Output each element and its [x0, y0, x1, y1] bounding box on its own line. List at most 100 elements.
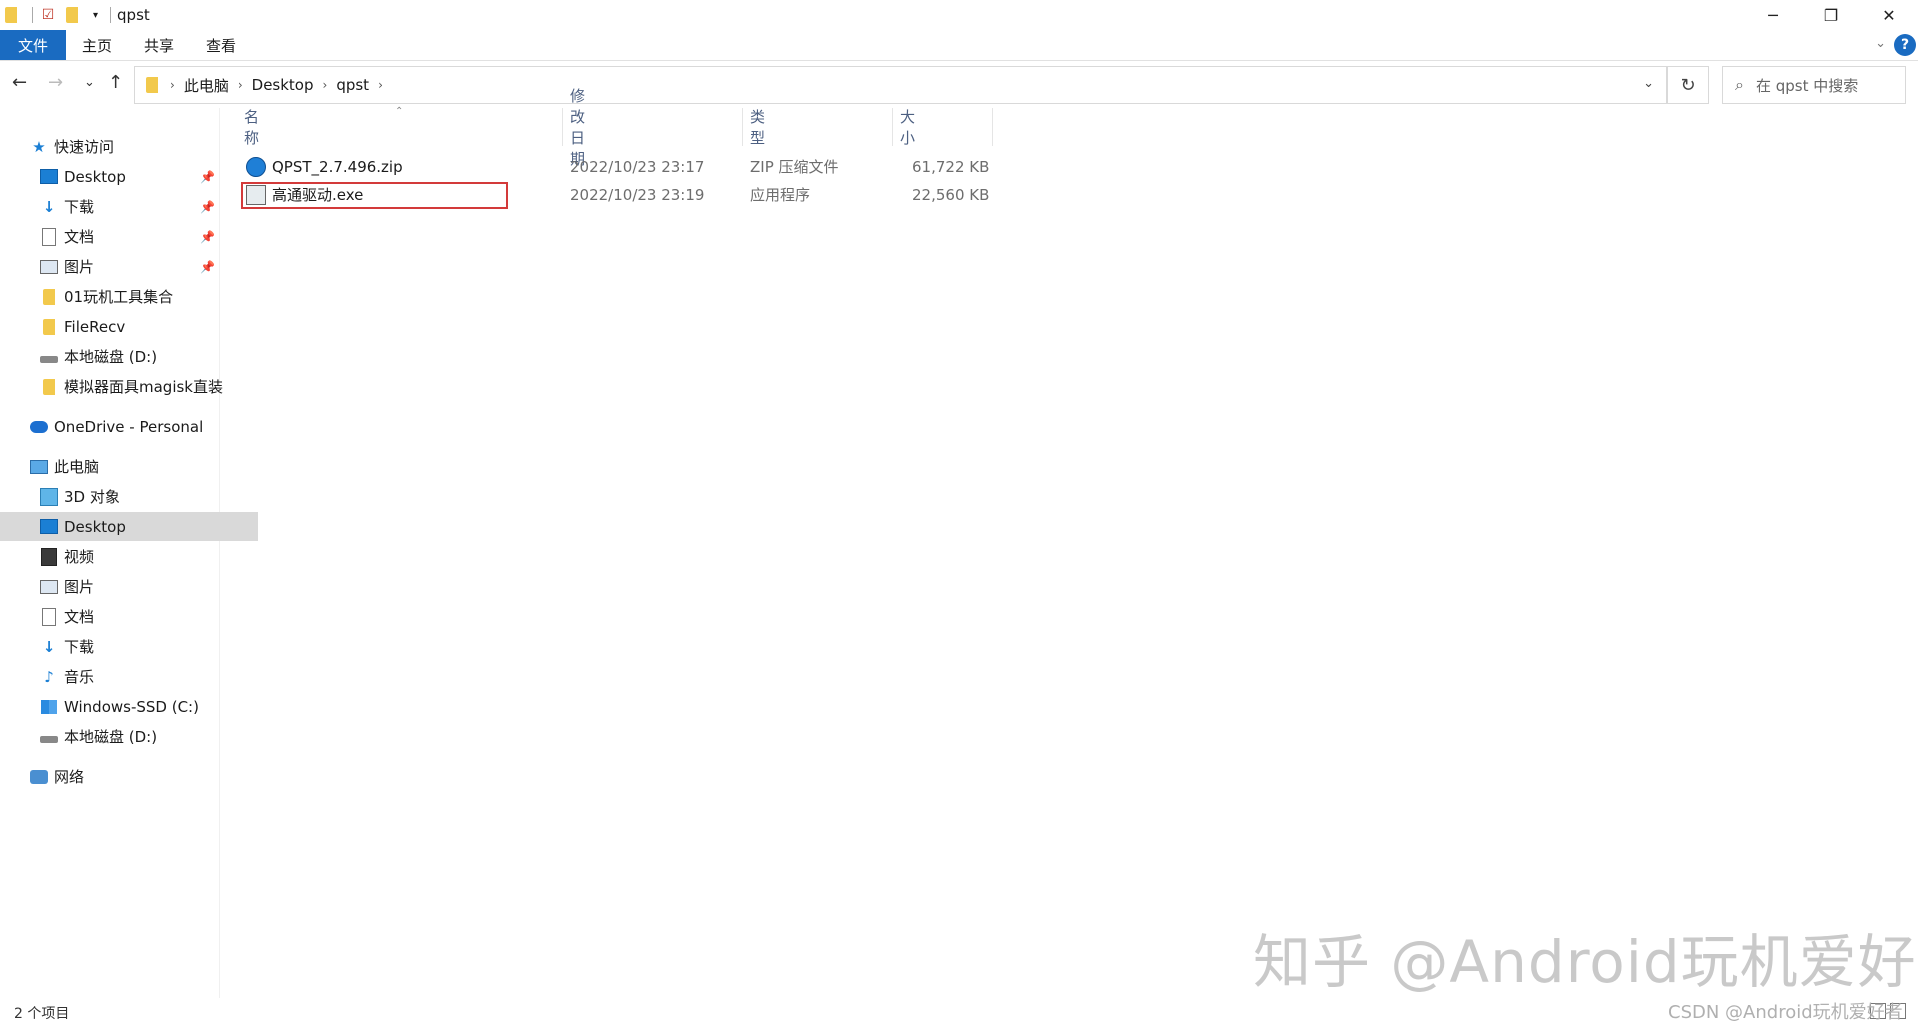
address-bar[interactable]: › 此电脑 › Desktop › qpst › ⌄ — [134, 66, 1667, 104]
pin-icon: 📌 — [200, 259, 215, 274]
chevron-right-icon[interactable]: › — [238, 78, 243, 92]
sidebar-item-label: 网络 — [54, 768, 85, 786]
sidebar-item-pictures[interactable]: 图片 — [0, 572, 258, 601]
expand-ribbon-icon[interactable]: ⌄ — [1875, 36, 1886, 51]
help-icon[interactable]: ? — [1894, 34, 1916, 56]
file-name: QPST_2.7.496.zip — [272, 157, 403, 176]
music-icon: ♪ — [44, 667, 54, 686]
file-name-cell[interactable]: QPST_2.7.496.zip — [246, 153, 403, 180]
sidebar-item-documents[interactable]: 文档 — [0, 602, 258, 631]
quick-access-toolbar: ☑ ▾ qpst — [0, 0, 1918, 30]
sidebar-item-videos[interactable]: 视频 — [0, 542, 258, 571]
video-icon — [40, 547, 58, 566]
table-row[interactable]: QPST_2.7.496.zip 2022/10/23 23:17 ZIP 压缩… — [230, 153, 1000, 180]
minimize-button[interactable]: ─ — [1744, 0, 1802, 30]
properties-icon[interactable]: ☑ — [39, 6, 57, 24]
divider — [110, 7, 112, 23]
breadcrumb-qpst[interactable]: qpst — [336, 76, 369, 94]
sidebar-item-pictures-quick[interactable]: 图片 📌 — [0, 252, 258, 281]
column-header-size[interactable]: 大小 — [900, 108, 915, 147]
back-button[interactable]: ← — [12, 72, 27, 93]
picture-icon — [40, 258, 58, 276]
network-icon — [30, 768, 48, 786]
sidebar-item-label: Desktop — [64, 517, 126, 536]
close-button[interactable]: ✕ — [1860, 0, 1918, 30]
forward-button[interactable]: → — [48, 72, 63, 93]
navigation-bar: ← → ⌄ ↑ › 此电脑 › Desktop › qpst › ⌄ ↻ ⌕ 在… — [0, 66, 1918, 104]
tab-share[interactable]: 共享 — [128, 30, 190, 60]
tab-view[interactable]: 查看 — [190, 30, 252, 60]
chevron-right-icon[interactable]: › — [378, 78, 383, 92]
status-item-count: 2 个项目 — [14, 1006, 70, 1022]
windows-drive-icon — [40, 698, 58, 716]
sidebar-item-magisk-folder[interactable]: 模拟器面具magisk直装 — [0, 372, 258, 401]
file-type: 应用程序 — [750, 186, 811, 204]
sidebar-item-filerecv[interactable]: FileRecv — [0, 312, 258, 341]
column-divider[interactable] — [892, 108, 893, 146]
folder-icon — [143, 76, 161, 94]
tab-home[interactable]: 主页 — [66, 30, 128, 60]
sidebar-item-desktop-quick[interactable]: Desktop 📌 — [0, 162, 258, 191]
divider — [32, 7, 33, 23]
picture-icon — [40, 578, 58, 596]
address-dropdown-icon[interactable]: ⌄ — [1643, 76, 1654, 91]
up-button[interactable]: ↑ — [108, 72, 123, 93]
maximize-button[interactable]: ❐ — [1802, 0, 1860, 30]
file-size: 61,722 KB — [912, 157, 990, 176]
file-date: 2022/10/23 23:17 — [570, 157, 705, 176]
pin-icon: 📌 — [200, 199, 215, 214]
recent-locations-button[interactable]: ⌄ — [84, 75, 95, 90]
download-icon: ↓ — [42, 637, 56, 656]
column-divider[interactable] — [742, 108, 743, 146]
desktop-icon — [40, 518, 58, 536]
download-icon: ↓ — [42, 197, 56, 216]
column-header-date[interactable]: 修改日期 — [570, 87, 585, 168]
customize-toolbar-icon[interactable]: ▾ — [93, 10, 98, 21]
breadcrumb-this-pc[interactable]: 此电脑 — [184, 75, 229, 96]
computer-icon — [30, 458, 48, 476]
navigation-pane: ★ 快速访问 Desktop 📌 ↓ 下载 📌 文档 📌 图片 📌 01玩机工具… — [0, 108, 258, 998]
sidebar-item-drive-d-quick[interactable]: 本地磁盘 (D:) — [0, 342, 258, 371]
sidebar-item-label: OneDrive - Personal — [54, 417, 204, 436]
folder-icon — [40, 288, 58, 306]
sidebar-item-label: 文档 — [64, 228, 95, 246]
sidebar-onedrive[interactable]: OneDrive - Personal — [0, 412, 248, 441]
refresh-button[interactable]: ↻ — [1667, 66, 1709, 104]
sidebar-item-label: FileRecv — [64, 317, 126, 336]
chevron-right-icon[interactable]: › — [170, 78, 175, 92]
sidebar-item-3d-objects[interactable]: 3D 对象 — [0, 482, 258, 511]
chevron-right-icon[interactable]: › — [323, 78, 328, 92]
sidebar-item-documents-quick[interactable]: 文档 📌 — [0, 222, 258, 251]
breadcrumb-desktop[interactable]: Desktop — [252, 76, 314, 94]
sidebar-item-downloads[interactable]: ↓ 下载 — [0, 632, 258, 661]
sidebar-item-drive-c[interactable]: Windows-SSD (C:) — [0, 692, 258, 721]
new-folder-icon[interactable] — [63, 6, 81, 24]
sidebar-item-drive-d[interactable]: 本地磁盘 (D:) — [0, 722, 258, 751]
tab-file[interactable]: 文件 — [0, 30, 66, 60]
column-divider[interactable] — [562, 108, 563, 146]
document-icon — [40, 227, 58, 246]
watermark-text: 知乎 @Android玩机爱好 — [1253, 928, 1917, 996]
sidebar-item-label: 本地磁盘 (D:) — [64, 348, 158, 366]
sidebar-item-label: 3D 对象 — [64, 488, 120, 506]
desktop-icon — [40, 168, 58, 186]
sidebar-item-label: 视频 — [64, 548, 95, 566]
ribbon-tabs: 文件 主页 共享 查看 ⌄ ? — [0, 30, 1918, 61]
sidebar-item-label: 音乐 — [64, 668, 95, 686]
column-header-name[interactable]: 名称 — [244, 108, 259, 147]
sidebar-item-label: 01玩机工具集合 — [64, 288, 174, 306]
sidebar-item-label: 下载 — [64, 198, 95, 216]
search-box[interactable]: ⌕ 在 qpst 中搜索 — [1722, 66, 1906, 104]
sidebar-item-music[interactable]: ♪ 音乐 — [0, 662, 258, 691]
sidebar-network[interactable]: 网络 — [0, 762, 248, 791]
column-divider[interactable] — [992, 108, 993, 146]
sidebar-item-desktop[interactable]: Desktop — [0, 512, 258, 541]
title-bar: ☑ ▾ qpst ─ ❐ ✕ — [0, 0, 1918, 30]
column-header-type[interactable]: 类型 — [750, 108, 765, 147]
sidebar-quick-access[interactable]: ★ 快速访问 — [0, 132, 248, 161]
sidebar-item-toolkit-folder[interactable]: 01玩机工具集合 — [0, 282, 258, 311]
sidebar-item-downloads-quick[interactable]: ↓ 下载 📌 — [0, 192, 258, 221]
document-icon — [40, 607, 58, 626]
search-icon: ⌕ — [1735, 75, 1744, 94]
sidebar-this-pc[interactable]: 此电脑 — [0, 452, 248, 481]
